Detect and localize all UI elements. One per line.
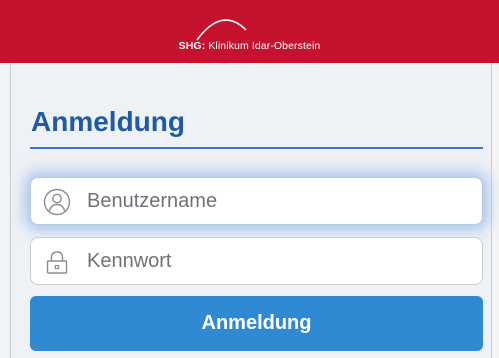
- title-divider: [30, 147, 483, 149]
- app-header: SHG: Klinikum Idar-Oberstein: [0, 0, 499, 63]
- password-input[interactable]: [87, 238, 467, 284]
- user-icon: [43, 188, 71, 216]
- lock-icon: [46, 251, 68, 274]
- logo-arc-icon: [196, 19, 247, 41]
- username-field[interactable]: [30, 177, 483, 225]
- page-title: Anmeldung: [31, 106, 185, 137]
- brand-logo: SHG: Klinikum Idar-Oberstein: [0, 40, 499, 52]
- login-button[interactable]: Anmeldung: [30, 296, 483, 351]
- brand-name: Klinikum Idar-Oberstein: [208, 40, 321, 52]
- brand-short: SHG:: [178, 40, 206, 52]
- password-field[interactable]: [30, 237, 483, 285]
- username-input[interactable]: [87, 178, 467, 224]
